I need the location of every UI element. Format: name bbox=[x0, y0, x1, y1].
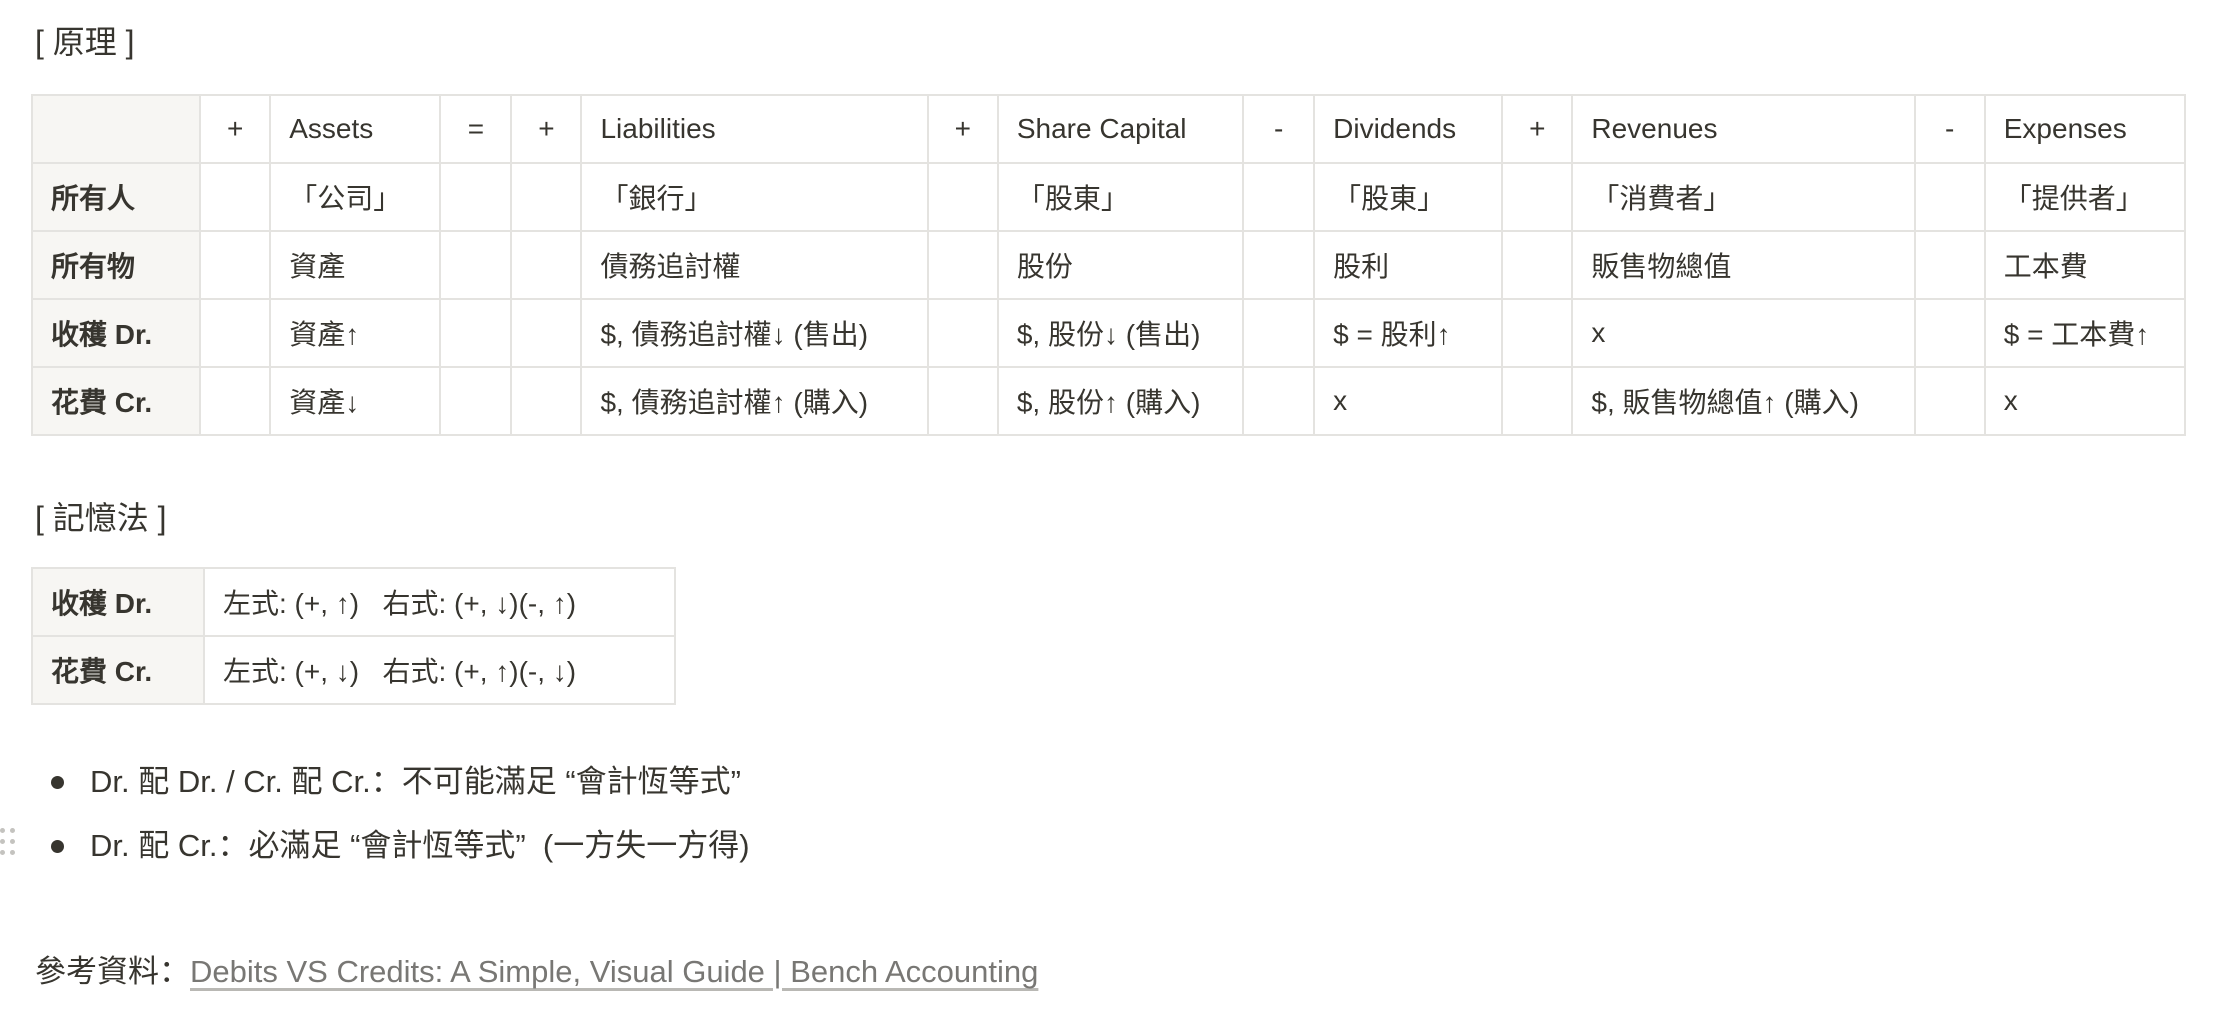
table-cell[interactable]: 「公司」 bbox=[269, 162, 442, 232]
table-cell[interactable] bbox=[926, 366, 999, 436]
table-cell[interactable] bbox=[926, 162, 999, 232]
table-cell[interactable] bbox=[1242, 230, 1316, 300]
header-operator-plus[interactable]: + bbox=[926, 94, 999, 164]
table-row: 收穫 Dr. 左式: (+, ↑) 右式: (+, ↓)(-, ↑) bbox=[31, 567, 676, 637]
table-cell[interactable]: x bbox=[1571, 298, 1916, 368]
table-cell[interactable]: 債務追討權 bbox=[580, 230, 929, 300]
header-expenses[interactable]: Expenses bbox=[1983, 94, 2187, 164]
table-cell[interactable]: 工本費 bbox=[1983, 230, 2187, 300]
table-row-debit: 收穫 Dr. 資產↑ $, 債務追討權↓ (售出) $, 股份↓ (售出) $ … bbox=[30, 298, 2187, 368]
table-cell[interactable] bbox=[510, 366, 583, 436]
table-cell[interactable] bbox=[510, 230, 583, 300]
list-item-text: Dr. 配 Dr. / Cr. 配 Cr.：不可能滿足 “會計恆等式” bbox=[90, 764, 741, 799]
table-cell[interactable]: $, 債務追討權↓ (售出) bbox=[580, 298, 929, 368]
header-liabilities[interactable]: Liabilities bbox=[580, 94, 929, 164]
table-cell[interactable] bbox=[1913, 298, 1986, 368]
table-cell[interactable]: 資產↓ bbox=[269, 366, 442, 436]
table-cell[interactable]: 股份 bbox=[996, 230, 1245, 300]
bullet-icon bbox=[51, 776, 64, 789]
principle-heading: [ 原理 ] bbox=[35, 24, 135, 60]
table-cell[interactable] bbox=[199, 366, 272, 436]
bullet-list: Dr. 配 Dr. / Cr. 配 Cr.：不可能滿足 “會計恆等式” Dr. … bbox=[35, 750, 750, 878]
table-cell[interactable] bbox=[439, 162, 513, 232]
table-cell[interactable] bbox=[1242, 366, 1316, 436]
table-cell[interactable] bbox=[1501, 298, 1574, 368]
table-cell[interactable] bbox=[1242, 162, 1316, 232]
table-cell[interactable]: 「提供者」 bbox=[1983, 162, 2187, 232]
row-header[interactable]: 花費 Cr. bbox=[31, 635, 205, 705]
header-operator-plus[interactable]: + bbox=[199, 94, 272, 164]
bullet-icon bbox=[51, 840, 64, 853]
table-cell[interactable]: $ = 工本費↑ bbox=[1983, 298, 2187, 368]
table-cell[interactable]: $, 債務追討權↑ (購入) bbox=[580, 366, 929, 436]
table-cell[interactable]: x bbox=[1983, 366, 2187, 436]
table-cell[interactable] bbox=[439, 230, 513, 300]
table-header-row: + Assets = + Liabilities + Share Capital… bbox=[30, 94, 2187, 164]
table-row-owner: 所有人 「公司」 「銀行」 「股東」 「股東」 「消費者」 「提供者」 bbox=[30, 162, 2187, 232]
header-assets[interactable]: Assets bbox=[269, 94, 442, 164]
list-item[interactable]: Dr. 配 Cr.：必滿足 “會計恆等式” (一方失一方得) bbox=[35, 814, 750, 878]
table-cell[interactable] bbox=[199, 230, 272, 300]
table-cell[interactable] bbox=[510, 298, 583, 368]
table-cell[interactable]: 「股東」 bbox=[996, 162, 1245, 232]
table-cell[interactable] bbox=[199, 298, 272, 368]
table-cell[interactable] bbox=[926, 298, 999, 368]
header-dividends[interactable]: Dividends bbox=[1313, 94, 1504, 164]
header-share-capital[interactable]: Share Capital bbox=[996, 94, 1245, 164]
table-cell[interactable]: x bbox=[1313, 366, 1504, 436]
table-cell[interactable]: $, 販售物總值↑ (購入) bbox=[1571, 366, 1916, 436]
table-cell[interactable]: 販售物總值 bbox=[1571, 230, 1916, 300]
table-row-credit: 花費 Cr. 資產↓ $, 債務追討權↑ (購入) $, 股份↑ (購入) x … bbox=[30, 366, 2187, 436]
table-row: 花費 Cr. 左式: (+, ↓) 右式: (+, ↑)(-, ↓) bbox=[31, 635, 676, 705]
table-cell[interactable]: $ = 股利↑ bbox=[1313, 298, 1504, 368]
table-cell[interactable] bbox=[1501, 230, 1574, 300]
row-header[interactable]: 所有人 bbox=[30, 162, 202, 232]
table-cell[interactable]: 「銀行」 bbox=[580, 162, 929, 232]
corner-cell[interactable] bbox=[30, 94, 202, 164]
table-cell[interactable]: $, 股份↑ (購入) bbox=[996, 366, 1245, 436]
mnemonic-heading: [ 記憶法 ] bbox=[35, 500, 167, 536]
header-operator-minus[interactable]: - bbox=[1913, 94, 1986, 164]
header-revenues[interactable]: Revenues bbox=[1571, 94, 1916, 164]
header-operator-minus[interactable]: - bbox=[1242, 94, 1316, 164]
table-cell[interactable] bbox=[1913, 162, 1986, 232]
table-cell[interactable] bbox=[439, 298, 513, 368]
table-cell[interactable] bbox=[199, 162, 272, 232]
reference-line: 參考資料：Debits VS Credits: A Simple, Visual… bbox=[35, 950, 1038, 994]
table-cell[interactable] bbox=[1501, 366, 1574, 436]
table-cell[interactable]: $, 股份↓ (售出) bbox=[996, 298, 1245, 368]
table-cell[interactable]: 「消費者」 bbox=[1571, 162, 1916, 232]
principle-table: + Assets = + Liabilities + Share Capital… bbox=[30, 94, 2187, 436]
table-cell[interactable]: 資產↑ bbox=[269, 298, 442, 368]
table-cell[interactable] bbox=[510, 162, 583, 232]
reference-link[interactable]: Debits VS Credits: A Simple, Visual Guid… bbox=[190, 954, 1038, 989]
table-cell[interactable]: 「股東」 bbox=[1313, 162, 1504, 232]
drag-handle-icon[interactable] bbox=[0, 828, 16, 862]
list-item[interactable]: Dr. 配 Dr. / Cr. 配 Cr.：不可能滿足 “會計恆等式” bbox=[35, 750, 750, 814]
row-header[interactable]: 收穫 Dr. bbox=[31, 567, 205, 637]
table-cell[interactable]: 左式: (+, ↑) 右式: (+, ↓)(-, ↑) bbox=[203, 567, 676, 637]
table-cell[interactable] bbox=[1501, 162, 1574, 232]
list-item-text: Dr. 配 Cr.：必滿足 “會計恆等式” (一方失一方得) bbox=[90, 828, 750, 863]
table-cell[interactable]: 資產 bbox=[269, 230, 442, 300]
header-operator-plus[interactable]: + bbox=[510, 94, 583, 164]
row-header[interactable]: 所有物 bbox=[30, 230, 202, 300]
table-cell[interactable]: 左式: (+, ↓) 右式: (+, ↑)(-, ↓) bbox=[203, 635, 676, 705]
table-cell[interactable] bbox=[439, 366, 513, 436]
header-operator-equals[interactable]: = bbox=[439, 94, 513, 164]
table-row-possession: 所有物 資產 債務追討權 股份 股利 販售物總值 工本費 bbox=[30, 230, 2187, 300]
reference-label: 參考資料： bbox=[35, 954, 190, 989]
header-operator-plus[interactable]: + bbox=[1501, 94, 1574, 164]
table-cell[interactable] bbox=[1913, 366, 1986, 436]
row-header[interactable]: 花費 Cr. bbox=[30, 366, 202, 436]
row-header[interactable]: 收穫 Dr. bbox=[30, 298, 202, 368]
table-cell[interactable]: 股利 bbox=[1313, 230, 1504, 300]
table-cell[interactable] bbox=[1242, 298, 1316, 368]
table-cell[interactable] bbox=[926, 230, 999, 300]
table-cell[interactable] bbox=[1913, 230, 1986, 300]
mnemonic-table: 收穫 Dr. 左式: (+, ↑) 右式: (+, ↓)(-, ↑) 花費 Cr… bbox=[31, 567, 676, 705]
